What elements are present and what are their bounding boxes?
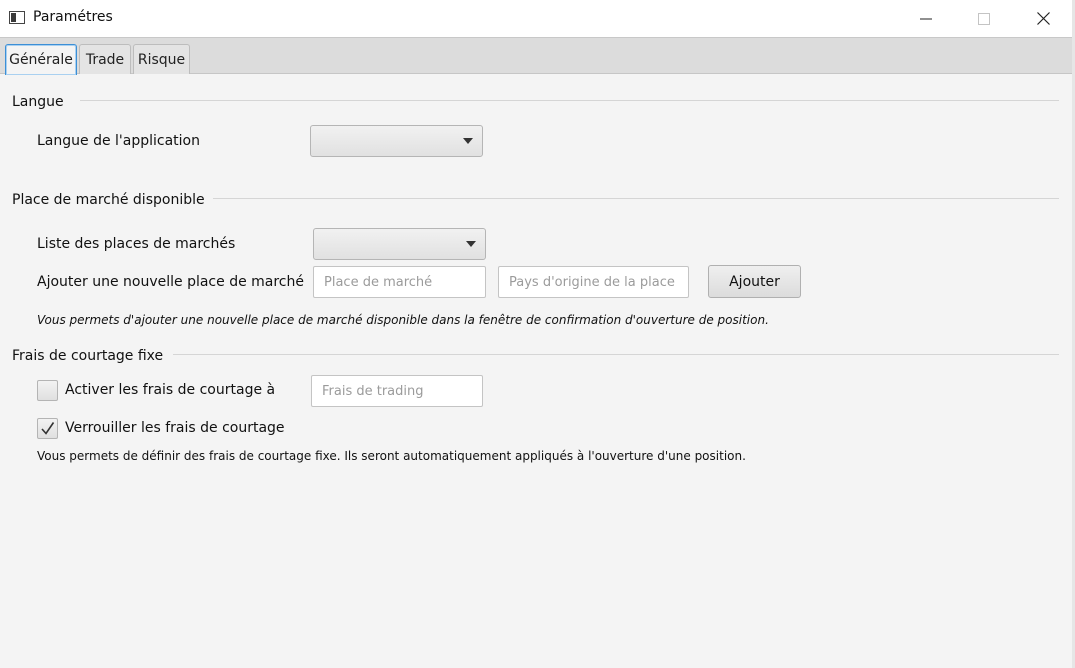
tab-risque[interactable]: Risque: [133, 44, 190, 74]
app-language-label: Langue de l'application: [37, 133, 200, 149]
app-language-select[interactable]: [310, 125, 483, 157]
market-name-input[interactable]: [313, 266, 486, 298]
section-title-marche: Place de marché disponible: [12, 192, 205, 208]
window-app-icon: [9, 11, 25, 24]
tab-risque-label: Risque: [137, 51, 186, 68]
tab-generale[interactable]: Générale: [5, 44, 77, 75]
add-market-button[interactable]: Ajouter: [708, 265, 801, 298]
lock-fees-label: Verrouiller les frais de courtage: [65, 420, 285, 436]
maximize-button[interactable]: [955, 0, 1013, 37]
window-title: Paramétres: [33, 9, 113, 25]
minimize-button[interactable]: [897, 0, 955, 37]
market-list-label: Liste des places de marchés: [37, 236, 236, 252]
market-list-select[interactable]: [313, 228, 486, 260]
activate-fees-checkbox[interactable]: [37, 380, 58, 401]
section-title-frais: Frais de courtage fixe: [12, 348, 164, 364]
tab-trade[interactable]: Trade: [79, 44, 131, 74]
fees-hint: Vous permets de définir des frais de cou…: [37, 449, 746, 463]
market-hint: Vous permets d'ajouter une nouvelle plac…: [37, 313, 769, 327]
section-divider-frais: [173, 354, 1059, 355]
close-button[interactable]: [1014, 0, 1072, 37]
maximize-icon: [978, 12, 990, 25]
market-country-input[interactable]: [498, 266, 689, 298]
add-market-label: Ajouter une nouvelle place de marché: [37, 274, 304, 290]
trading-fees-input[interactable]: [311, 375, 483, 407]
tab-trade-label: Trade: [85, 51, 125, 68]
section-title-langue: Langue: [12, 94, 64, 110]
minimize-icon: [920, 18, 932, 19]
checkmark-icon: [41, 422, 55, 435]
section-divider-langue: [80, 100, 1059, 101]
close-icon: [1036, 12, 1050, 25]
chevron-down-icon: [466, 241, 476, 247]
section-divider-marche: [213, 198, 1059, 199]
lock-fees-checkbox[interactable]: [37, 418, 58, 439]
activate-fees-label: Activer les frais de courtage à: [65, 382, 276, 398]
chevron-down-icon: [463, 138, 473, 144]
tab-generale-label: Générale: [9, 52, 73, 68]
